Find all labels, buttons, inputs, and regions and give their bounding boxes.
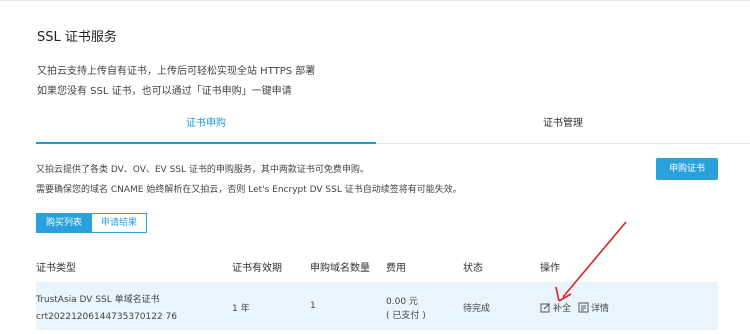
header-cert-type: 证书类型 xyxy=(36,263,76,274)
edit-icon xyxy=(540,303,550,313)
table-row xyxy=(36,282,718,330)
subtab-group: 购买列表 申请结果 xyxy=(36,213,148,233)
description-line-2: 如果您没有 SSL 证书，也可以通过「证书申购」一键申请 xyxy=(37,86,292,97)
status-cell: 待完成 xyxy=(463,304,491,314)
cert-type-cell: TrustAsia DV SSL 单域名证书 xyxy=(36,295,160,305)
fee-status-cell: ( 已支付 ) xyxy=(386,311,426,321)
complete-action-link[interactable]: 补全 xyxy=(540,301,571,314)
tab-cert-management[interactable]: 证书管理 xyxy=(376,108,750,144)
header-actions: 操作 xyxy=(540,263,560,274)
tab-bar: 证书申购 证书管理 xyxy=(36,108,750,144)
details-action-label: 详情 xyxy=(591,304,610,314)
complete-action-label: 补全 xyxy=(553,304,572,314)
description-line-1: 又拍云支持上传自有证书，上传后可轻松实现全站 HTTPS 部署 xyxy=(37,66,316,77)
cert-id-cell: crt20221206144735370122 76 xyxy=(36,312,178,322)
header-validity: 证书有效期 xyxy=(232,263,282,274)
header-fee: 费用 xyxy=(386,263,406,274)
purchase-info-line-1: 又拍云提供了各类 DV、OV、EV SSL 证书的申购服务，其中两款证书可免费申… xyxy=(36,165,369,175)
detail-icon xyxy=(578,302,589,313)
subtab-purchase-list[interactable]: 购买列表 xyxy=(36,213,93,233)
header-status: 状态 xyxy=(463,263,483,274)
subtab-apply-result[interactable]: 申请结果 xyxy=(92,213,148,233)
validity-cell: 1 年 xyxy=(232,304,250,314)
page-title: SSL 证书服务 xyxy=(37,30,117,45)
header-domain-count: 申购域名数量 xyxy=(310,263,370,274)
ssl-service-panel: SSL 证书服务 又拍云支持上传自有证书，上传后可轻松实现全站 HTTPS 部署… xyxy=(0,0,750,334)
details-action-link[interactable]: 详情 xyxy=(578,301,609,314)
domain-count-cell: 1 xyxy=(310,301,316,311)
fee-cell: 0.00 元 xyxy=(386,297,418,307)
purchase-info-line-2: 需要确保您的域名 CNAME 始终解析在又拍云，否则 Let's Encrypt… xyxy=(36,185,462,195)
apply-cert-button[interactable]: 申购证书 xyxy=(656,158,718,180)
tab-cert-purchase[interactable]: 证书申购 xyxy=(36,108,376,144)
